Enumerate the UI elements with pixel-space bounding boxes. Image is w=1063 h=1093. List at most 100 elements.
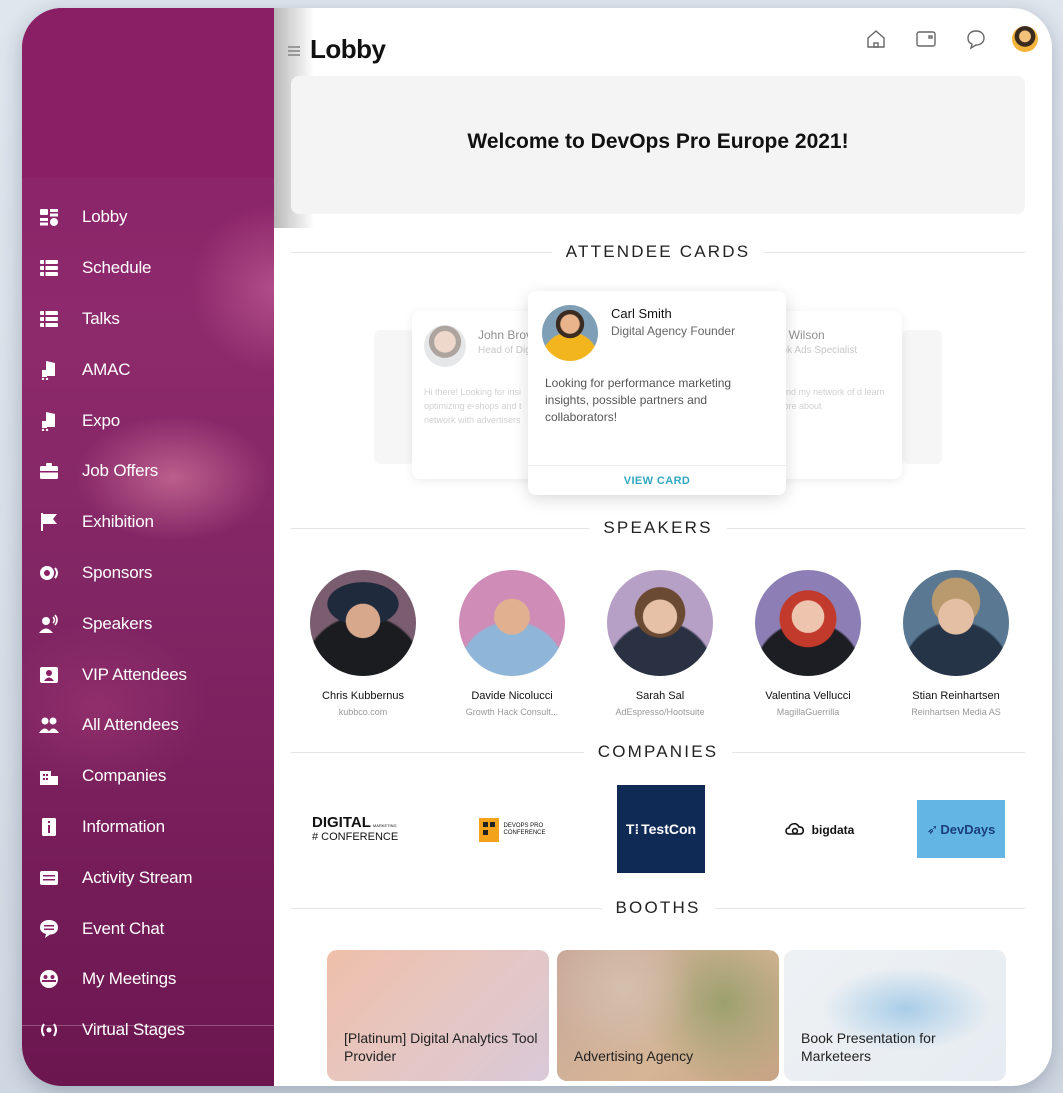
speaker-name: Sarah Sal	[635, 690, 685, 702]
attendee-card-left[interactable]: John Brov Head of Dig Hi there! Looking …	[412, 311, 544, 479]
menu-icon[interactable]	[288, 46, 300, 58]
company-logo-devdays[interactable]: ➶ DevDays	[917, 800, 1005, 858]
top-bar: Lobby	[274, 8, 1052, 74]
view-card-button[interactable]: VIEW CARD	[528, 465, 786, 495]
sidebar-nav: Lobby Schedule Talks AMAC Expo Job Offer…	[22, 178, 274, 1056]
booth-card[interactable]: Advertising Agency	[557, 950, 779, 1081]
wallet-icon[interactable]	[914, 27, 938, 51]
vip-icon	[38, 664, 60, 686]
logo-sub-text: # CONFERENCE	[312, 831, 399, 843]
booth-card[interactable]: [Platinum] Digital Analytics Tool Provid…	[327, 950, 549, 1081]
attendee-name: Carl Smith	[611, 306, 672, 321]
chat-icon	[38, 918, 60, 940]
section-title: SPEAKERS	[603, 518, 713, 537]
speaker-name: Chris Kubbernus	[322, 690, 404, 702]
sidebar-item-schedule[interactable]: Schedule	[22, 243, 274, 294]
building-icon	[38, 765, 60, 787]
home-icon[interactable]	[864, 27, 888, 51]
app-window: Lobby Schedule Talks AMAC Expo Job Offer…	[22, 8, 1052, 1086]
sidebar-item-sponsors[interactable]: Sponsors	[22, 548, 274, 599]
company-logo-devops-pro[interactable]: DEVOPS PRO CONFERENCE	[473, 815, 553, 845]
speaker-card[interactable]: Valentina Vellucci MagillaGuerrilla	[733, 570, 883, 717]
logo-small-text: MARKETING	[372, 823, 397, 828]
main-content: Lobby Welcome to DevOps Pro Europe 2021!…	[274, 8, 1052, 1086]
list-icon	[38, 308, 60, 330]
attendee-text: Looking for performance marketing insigh…	[545, 376, 732, 424]
booth-icon	[38, 359, 60, 381]
sidebar-item-virtual-stages[interactable]: Virtual Stages	[22, 1005, 274, 1056]
sidebar-item-label: Activity Stream	[82, 867, 193, 887]
speaker-card[interactable]: Sarah Sal AdEspresso/Hootsuite	[585, 570, 735, 717]
speaker-photo	[310, 570, 416, 676]
logo-text: TestCon	[641, 821, 697, 837]
booth-card[interactable]: Book Presentation for Marketeers	[784, 950, 1006, 1081]
page-title: Lobby	[310, 34, 386, 64]
card-ghost-left	[374, 330, 414, 464]
attendee-text: Hi there! Looking for insi optimizing e-…	[424, 387, 522, 425]
speaker-photo	[903, 570, 1009, 676]
attendee-card-center[interactable]: Carl Smith Digital Agency Founder Lookin…	[528, 291, 786, 495]
sidebar-item-all-attendees[interactable]: All Attendees	[22, 700, 274, 751]
sidebar-item-talks[interactable]: Talks	[22, 294, 274, 345]
speaker-company: MagillaGuerrilla	[776, 707, 840, 717]
section-companies: COMPANIES	[291, 742, 1025, 762]
sidebar-item-activity-stream[interactable]: Activity Stream	[22, 852, 274, 903]
sidebar-item-companies[interactable]: Companies	[22, 751, 274, 802]
booth-icon	[38, 410, 60, 432]
sidebar-item-lobby[interactable]: Lobby	[22, 192, 274, 243]
people-icon	[38, 714, 60, 736]
speaker-card[interactable]: Davide Nicolucci Growth Hack Consult...	[437, 570, 587, 717]
logo-text: DevDays	[940, 821, 996, 837]
company-logo-testcon[interactable]: T⁞ TestCon	[617, 785, 705, 873]
sidebar-item-label: All Attendees	[82, 715, 179, 735]
speaker-photo	[755, 570, 861, 676]
booth-label: Advertising Agency	[574, 1048, 694, 1064]
attendee-text: pand my network of d learn more about	[776, 387, 885, 411]
section-attendee-cards: ATTENDEE CARDS	[291, 242, 1026, 262]
chat-bubble-icon[interactable]	[964, 27, 988, 51]
sidebar-item-vip-attendees[interactable]: VIP Attendees	[22, 649, 274, 700]
speaker-icon	[38, 613, 60, 635]
sidebar-item-speakers[interactable]: Speakers	[22, 598, 274, 649]
booth-label: [Platinum] Digital Analytics Tool Provid…	[344, 1030, 538, 1064]
sidebar-item-label: Talks	[82, 308, 120, 328]
sponsor-icon	[38, 562, 60, 584]
sidebar-item-job-offers[interactable]: Job Offers	[22, 446, 274, 497]
sidebar-item-information[interactable]: Information	[22, 802, 274, 853]
sidebar-item-label: Companies	[82, 766, 167, 786]
sidebar-item-label: Event Chat	[82, 918, 165, 938]
sidebar-item-label: Lobby	[82, 207, 128, 227]
speaker-name: Valentina Vellucci	[765, 690, 851, 702]
sidebar-item-label: Sponsors	[82, 562, 153, 582]
sidebar-item-expo[interactable]: Expo	[22, 395, 274, 446]
sidebar-item-label: Speakers	[82, 613, 153, 633]
company-logo-digital-marketing-conference[interactable]: DIGITAL MARKETING # CONFERENCE	[312, 808, 422, 850]
speaker-card[interactable]: Stian Reinhartsen Reinhartsen Media AS	[881, 570, 1031, 717]
speaker-card[interactable]: Chris Kubbernus kubbco.com	[288, 570, 438, 717]
sidebar-item-label: Exhibition	[82, 512, 154, 532]
sidebar-item-exhibition[interactable]: Exhibition	[22, 497, 274, 548]
sidebar-item-my-meetings[interactable]: My Meetings	[22, 954, 274, 1005]
card-ghost-right	[902, 330, 942, 464]
attendee-name: John Brov	[478, 328, 533, 342]
speaker-name: Stian Reinhartsen	[912, 690, 1000, 702]
section-title: BOOTHS	[615, 898, 701, 917]
attendee-role: ook Ads Specialist	[776, 345, 858, 356]
sidebar-item-label: Expo	[82, 410, 120, 430]
flag-icon	[38, 511, 60, 533]
section-speakers: SPEAKERS	[291, 518, 1025, 538]
company-logo-bigdata[interactable]: bigdata	[774, 818, 864, 842]
sidebar-item-label: Virtual Stages	[82, 1020, 185, 1040]
attendee-avatar	[424, 325, 466, 367]
sidebar-item-label: Information	[82, 816, 165, 836]
user-avatar[interactable]	[1012, 26, 1038, 52]
info-icon	[38, 816, 60, 838]
sidebar-item-label: AMAC	[82, 359, 131, 379]
sidebar-item-amac[interactable]: AMAC	[22, 344, 274, 395]
rocket-icon: ➶	[926, 820, 939, 837]
welcome-banner: Welcome to DevOps Pro Europe 2021!	[291, 76, 1025, 214]
attendee-card-right[interactable]: ia Wilson ook Ads Specialist pand my net…	[774, 311, 902, 479]
sidebar-item-event-chat[interactable]: Event Chat	[22, 903, 274, 954]
stream-icon	[38, 867, 60, 889]
sidebar: Lobby Schedule Talks AMAC Expo Job Offer…	[22, 8, 274, 1086]
